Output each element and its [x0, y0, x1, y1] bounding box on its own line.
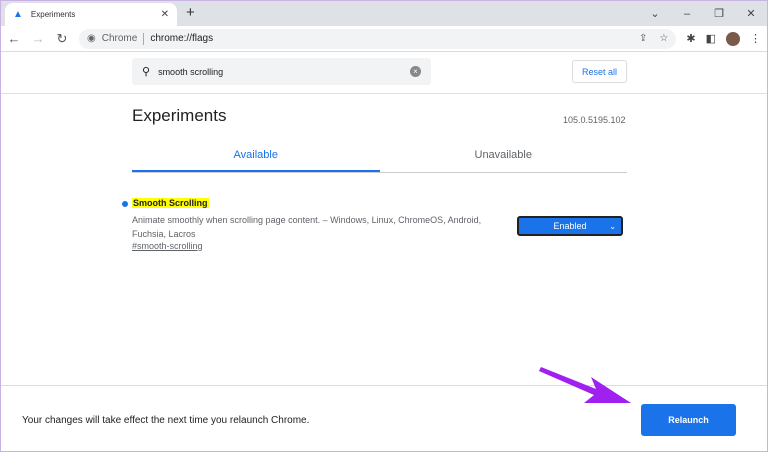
search-value: smooth scrolling [158, 66, 224, 77]
flask-icon: ▲ [13, 9, 23, 20]
tabs: Available Unavailable [132, 141, 627, 173]
search-input[interactable]: ⚲ smooth scrolling × [132, 58, 431, 85]
reset-all-button[interactable]: Reset all [572, 60, 627, 83]
extensions-icon[interactable]: ✱ [686, 32, 695, 45]
search-icon: ⚲ [142, 66, 151, 78]
tab-strip: ▲ Experiments ✕ + ⌄ – ❐ ✕ [1, 1, 767, 26]
select-value: Enabled [553, 221, 587, 231]
tab-experiments[interactable]: ▲ Experiments ✕ [5, 3, 177, 26]
reload-icon[interactable]: ↻ [55, 31, 69, 47]
version-label: 105.0.5195.102 [563, 115, 626, 125]
tab-search-icon[interactable]: ⌄ [639, 7, 671, 20]
modified-indicator [122, 201, 128, 207]
tab-available[interactable]: Available [132, 141, 380, 172]
omnibox-site: Chrome [101, 33, 138, 44]
page-title: Experiments [132, 106, 227, 125]
tab-title: Experiments [30, 10, 76, 19]
minimize-icon[interactable]: – [671, 8, 703, 20]
new-tab-button[interactable]: + [186, 4, 195, 21]
forward-icon[interactable]: → [31, 31, 45, 46]
side-panel-icon[interactable]: ◧ [706, 32, 716, 45]
address-bar[interactable]: ◉ Chrome chrome://flags ⇪ ☆ [79, 28, 677, 49]
back-icon[interactable]: ← [7, 31, 21, 46]
divider [1, 93, 767, 94]
flag-name: Smooth Scrolling [132, 198, 209, 208]
relaunch-footer: Your changes will take effect the next t… [1, 385, 767, 451]
chrome-icon: ◉ [87, 33, 96, 44]
tab-unavailable[interactable]: Unavailable [380, 141, 628, 172]
flag-description: Animate smoothly when scrolling page con… [132, 215, 482, 239]
toolbar: ← → ↻ ◉ Chrome chrome://flags ⇪ ☆ ✱ ◧ ⋮ [1, 26, 767, 52]
menu-icon[interactable]: ⋮ [750, 32, 761, 45]
bookmark-star-icon[interactable]: ☆ [659, 33, 668, 44]
restore-icon[interactable]: ❐ [703, 7, 735, 20]
close-tab-icon[interactable]: ✕ [161, 9, 169, 20]
flag-link[interactable]: #smooth-scrolling [132, 241, 203, 251]
annotation-arrow-icon [539, 367, 631, 403]
chevron-down-icon: ⌄ [609, 221, 616, 231]
avatar[interactable] [726, 31, 740, 46]
relaunch-button[interactable]: Relaunch [641, 404, 736, 436]
clear-search-icon[interactable]: × [410, 66, 421, 77]
relaunch-message: Your changes will take effect the next t… [22, 415, 310, 426]
close-window-icon[interactable]: ✕ [735, 7, 767, 20]
omnibox-url: chrome://flags [150, 33, 214, 44]
flag-state-select[interactable]: Enabled ⌄ [517, 216, 623, 236]
share-icon[interactable]: ⇪ [639, 33, 647, 44]
divider [143, 32, 145, 45]
